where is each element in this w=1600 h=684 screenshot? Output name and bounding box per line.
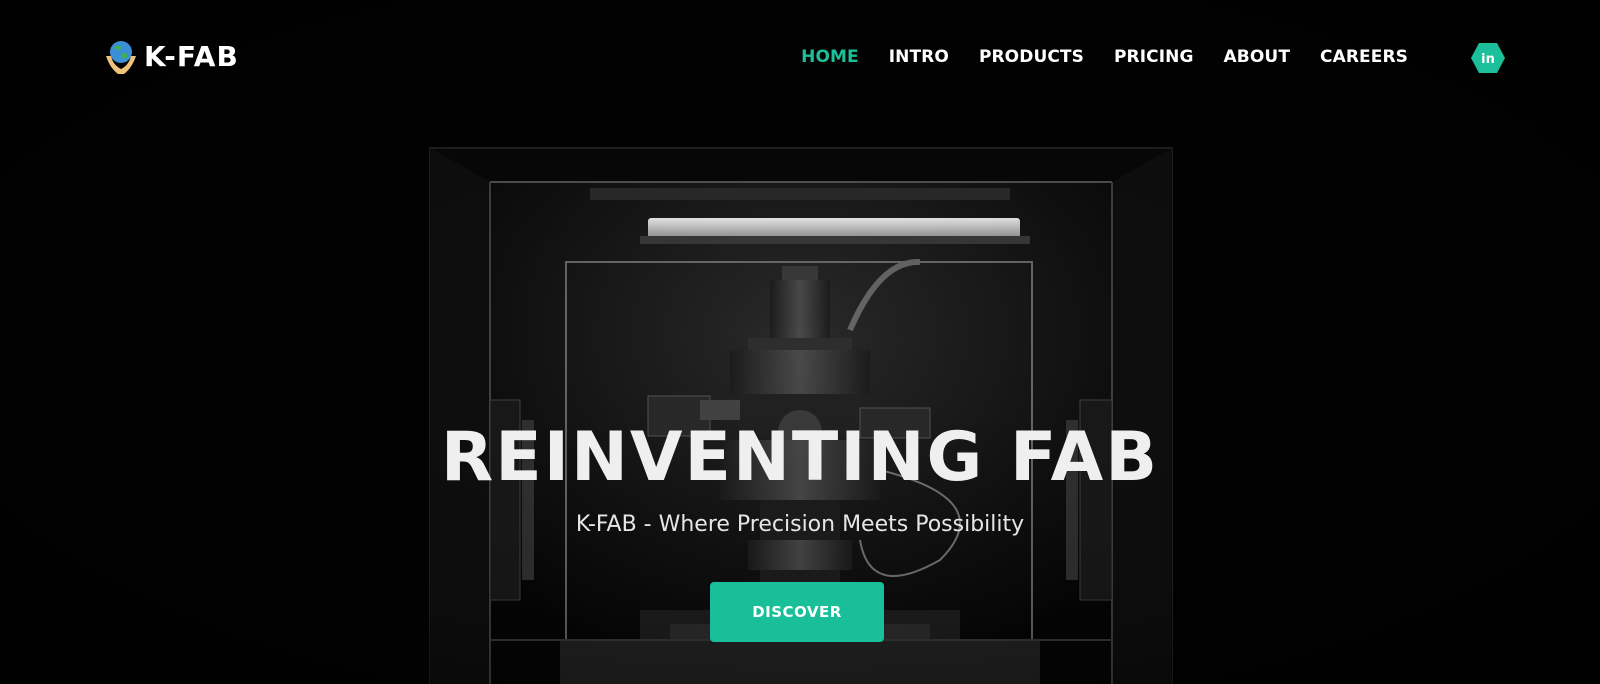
- nav-item-intro[interactable]: INTRO: [889, 44, 949, 70]
- linkedin-link[interactable]: in: [1470, 42, 1506, 74]
- nav-item-pricing[interactable]: PRICING: [1114, 44, 1194, 70]
- hero-title: REINVENTING FAB: [440, 418, 1160, 497]
- nav-item-products[interactable]: PRODUCTS: [979, 44, 1084, 70]
- brand-logo[interactable]: K-FAB: [104, 38, 239, 76]
- nav-item-home[interactable]: HOME: [801, 44, 859, 70]
- brand-name: K-FAB: [144, 40, 239, 73]
- main-nav: HOME INTRO PRODUCTS PRICING ABOUT CAREER…: [771, 44, 1408, 70]
- site-header: K-FAB HOME INTRO PRODUCTS PRICING ABOUT …: [0, 0, 1600, 116]
- linkedin-icon: in: [1471, 43, 1505, 73]
- globe-in-hands-icon: [106, 41, 136, 74]
- hero-subtitle: K-FAB - Where Precision Meets Possibilit…: [575, 512, 1025, 537]
- discover-button[interactable]: DISCOVER: [710, 582, 884, 642]
- nav-item-careers[interactable]: CAREERS: [1320, 44, 1408, 70]
- linkedin-label: in: [1481, 52, 1495, 67]
- nav-item-about[interactable]: ABOUT: [1224, 44, 1290, 70]
